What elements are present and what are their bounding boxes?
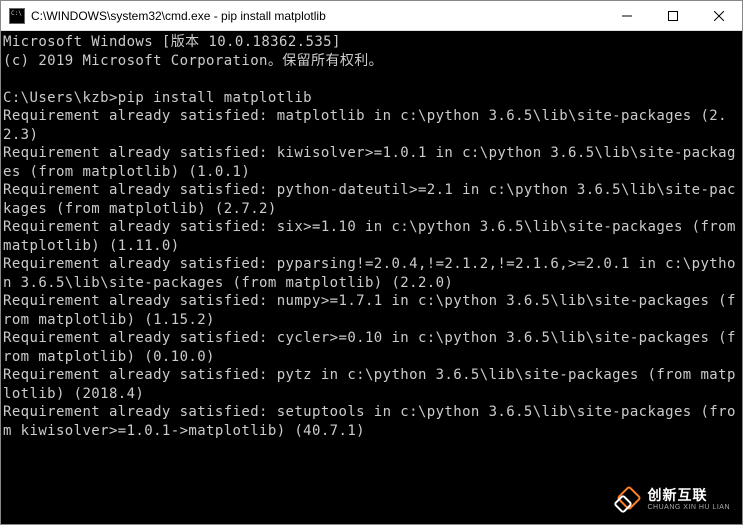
watermark-logo-icon bbox=[615, 488, 639, 512]
minimize-button[interactable] bbox=[604, 1, 650, 30]
close-icon bbox=[714, 11, 724, 21]
minimize-icon bbox=[622, 11, 632, 21]
terminal-output[interactable]: Microsoft Windows [版本 10.0.18362.535] (c… bbox=[1, 31, 742, 524]
cmd-icon bbox=[9, 8, 25, 24]
watermark-en: CHUANG XIN HU LIAN bbox=[647, 504, 730, 512]
maximize-button[interactable] bbox=[650, 1, 696, 30]
window-controls bbox=[604, 1, 742, 30]
watermark-cn: 创新互联 bbox=[647, 488, 730, 503]
maximize-icon bbox=[668, 11, 678, 21]
watermark-text: 创新互联 CHUANG XIN HU LIAN bbox=[647, 488, 730, 511]
close-button[interactable] bbox=[696, 1, 742, 30]
window-titlebar: C:\WINDOWS\system32\cmd.exe - pip instal… bbox=[1, 1, 742, 31]
window-title: C:\WINDOWS\system32\cmd.exe - pip instal… bbox=[31, 9, 604, 23]
watermark: 创新互联 CHUANG XIN HU LIAN bbox=[615, 488, 730, 512]
